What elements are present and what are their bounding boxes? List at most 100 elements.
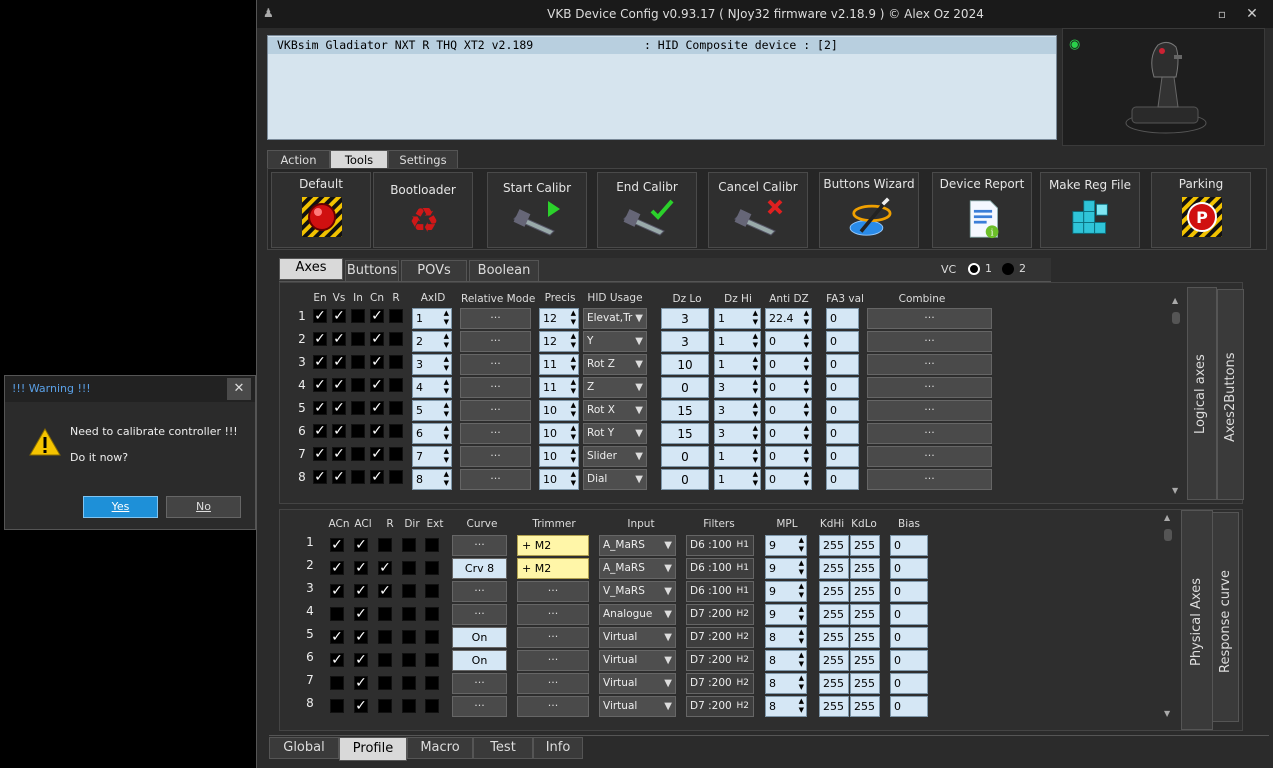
precis-spinner[interactable]: 10 ▲ ▼ — [539, 423, 579, 444]
dz-lo-field[interactable]: 0 — [661, 446, 709, 467]
kdlo-field[interactable]: 255 — [850, 558, 880, 579]
bias-field[interactable]: 0 — [890, 581, 928, 602]
ext-checkbox[interactable] — [425, 584, 439, 598]
trimmer-button[interactable]: ··· — [517, 604, 589, 625]
device-row[interactable]: VKBsim Gladiator NXT R THQ XT2 v2.189 : … — [268, 37, 1056, 54]
en-checkbox[interactable]: ✓ — [313, 447, 327, 461]
spin-arrows-icon[interactable]: ▲ ▼ — [799, 697, 804, 715]
acn-checkbox[interactable] — [330, 699, 344, 713]
relative-mode-button[interactable]: ··· — [460, 469, 531, 490]
kdlo-field[interactable]: 255 — [850, 581, 880, 602]
input-dropdown[interactable]: Virtual ▼ — [599, 696, 676, 717]
cn-checkbox[interactable]: ✓ — [370, 447, 384, 461]
kdlo-field[interactable]: 255 — [850, 696, 880, 717]
relative-mode-button[interactable]: ··· — [460, 377, 531, 398]
dropdown-arrow-icon[interactable]: ▼ — [635, 424, 643, 443]
in-checkbox[interactable] — [351, 401, 365, 415]
start-calibr-button[interactable]: Start Calibr — [487, 172, 587, 248]
curve-button[interactable]: On — [452, 627, 507, 648]
acl-checkbox[interactable]: ✓ — [354, 676, 368, 690]
r-checkbox[interactable] — [378, 653, 392, 667]
dz-hi-spinner[interactable]: 1 ▲ ▼ — [714, 354, 761, 375]
spin-arrows-icon[interactable]: ▲ ▼ — [753, 332, 758, 350]
dropdown-arrow-icon[interactable]: ▼ — [635, 355, 643, 374]
spin-arrows-icon[interactable]: ▲ ▼ — [753, 424, 758, 442]
anti-dz-spinner[interactable]: 0 ▲ ▼ — [765, 400, 812, 421]
physical-axes-side-tab[interactable]: Physical Axes — [1181, 510, 1213, 730]
acn-checkbox[interactable]: ✓ — [330, 584, 344, 598]
anti-dz-spinner[interactable]: 0 ▲ ▼ — [765, 331, 812, 352]
fa3-val-field[interactable]: 0 — [826, 423, 859, 444]
relative-mode-button[interactable]: ··· — [460, 308, 531, 329]
mpl-spinner[interactable]: 8 ▲ ▼ — [765, 650, 807, 671]
in-checkbox[interactable] — [351, 309, 365, 323]
fa3-val-field[interactable]: 0 — [826, 377, 859, 398]
tab-info[interactable]: Info — [533, 737, 583, 759]
make-reg-file-button[interactable]: Make Reg File — [1040, 172, 1140, 248]
kdlo-field[interactable]: 255 — [850, 604, 880, 625]
mpl-spinner[interactable]: 8 ▲ ▼ — [765, 696, 807, 717]
dz-hi-spinner[interactable]: 3 ▲ ▼ — [714, 423, 761, 444]
bias-field[interactable]: 0 — [890, 558, 928, 579]
acn-checkbox[interactable]: ✓ — [330, 630, 344, 644]
spin-arrows-icon[interactable]: ▲ ▼ — [571, 355, 576, 373]
r-checkbox[interactable]: ✓ — [378, 584, 392, 598]
dropdown-arrow-icon[interactable]: ▼ — [635, 470, 643, 489]
acl-checkbox[interactable]: ✓ — [354, 584, 368, 598]
spin-arrows-icon[interactable]: ▲ ▼ — [799, 674, 804, 692]
acl-checkbox[interactable]: ✓ — [354, 699, 368, 713]
dropdown-arrow-icon[interactable]: ▼ — [664, 628, 672, 647]
axes2buttons-side-tab[interactable]: Axes2Buttons — [1217, 289, 1244, 500]
fa3-val-field[interactable]: 0 — [826, 469, 859, 490]
bootloader-button[interactable]: Bootloader ♻ — [373, 172, 473, 248]
kdhi-field[interactable]: 255 — [819, 650, 849, 671]
curve-button[interactable]: ··· — [452, 604, 507, 625]
dropdown-arrow-icon[interactable]: ▼ — [664, 605, 672, 624]
cn-checkbox[interactable]: ✓ — [370, 424, 384, 438]
hid-usage-dropdown[interactable]: Y ▼ — [583, 331, 647, 352]
anti-dz-spinner[interactable]: 0 ▲ ▼ — [765, 354, 812, 375]
logical-axes-side-tab[interactable]: Logical axes — [1187, 287, 1217, 500]
trimmer-button[interactable]: ··· — [517, 696, 589, 717]
precis-spinner[interactable]: 11 ▲ ▼ — [539, 354, 579, 375]
kdhi-field[interactable]: 255 — [819, 627, 849, 648]
warning-close-button[interactable]: ✕ — [227, 378, 251, 400]
spin-arrows-icon[interactable]: ▲ ▼ — [804, 447, 809, 465]
curve-button[interactable]: ··· — [452, 581, 507, 602]
scroll-up-icon[interactable]: ▲ — [1172, 296, 1178, 305]
spin-arrows-icon[interactable]: ▲ ▼ — [571, 447, 576, 465]
tab-macro[interactable]: Macro — [407, 737, 473, 759]
bias-field[interactable]: 0 — [890, 650, 928, 671]
vs-checkbox[interactable]: ✓ — [332, 309, 346, 323]
spin-arrows-icon[interactable]: ▲ ▼ — [753, 447, 758, 465]
filters-field[interactable]: D6 :100 H1 — [686, 558, 754, 579]
close-button[interactable]: ✕ — [1242, 4, 1262, 24]
dropdown-arrow-icon[interactable]: ▼ — [664, 697, 672, 716]
vs-checkbox[interactable]: ✓ — [332, 424, 346, 438]
axid-spinner[interactable]: 2 ▲ ▼ — [412, 331, 452, 352]
bias-field[interactable]: 0 — [890, 627, 928, 648]
scroll-down-icon[interactable]: ▼ — [1164, 709, 1170, 718]
in-checkbox[interactable] — [351, 447, 365, 461]
acn-checkbox[interactable]: ✓ — [330, 538, 344, 552]
trimmer-button[interactable]: + M2 — [517, 558, 589, 579]
dropdown-arrow-icon[interactable]: ▼ — [635, 401, 643, 420]
cancel-calibr-button[interactable]: Cancel Calibr — [708, 172, 808, 248]
hid-usage-dropdown[interactable]: Elevat,Tr ▼ — [583, 308, 647, 329]
input-dropdown[interactable]: Virtual ▼ — [599, 673, 676, 694]
dz-lo-field[interactable]: 3 — [661, 308, 709, 329]
dz-hi-spinner[interactable]: 3 ▲ ▼ — [714, 377, 761, 398]
tab-test[interactable]: Test — [473, 737, 533, 759]
spin-arrows-icon[interactable]: ▲ ▼ — [571, 401, 576, 419]
filters-field[interactable]: D7 :200 H2 — [686, 627, 754, 648]
hid-usage-dropdown[interactable]: Dial ▼ — [583, 469, 647, 490]
r-checkbox[interactable] — [389, 424, 403, 438]
input-dropdown[interactable]: Analogue ▼ — [599, 604, 676, 625]
combine-button[interactable]: ··· — [867, 331, 992, 352]
dir-checkbox[interactable] — [402, 676, 416, 690]
acn-checkbox[interactable]: ✓ — [330, 561, 344, 575]
vs-checkbox[interactable]: ✓ — [332, 332, 346, 346]
mpl-spinner[interactable]: 8 ▲ ▼ — [765, 627, 807, 648]
axid-spinner[interactable]: 8 ▲ ▼ — [412, 469, 452, 490]
device-list[interactable]: VKBsim Gladiator NXT R THQ XT2 v2.189 : … — [267, 35, 1057, 140]
